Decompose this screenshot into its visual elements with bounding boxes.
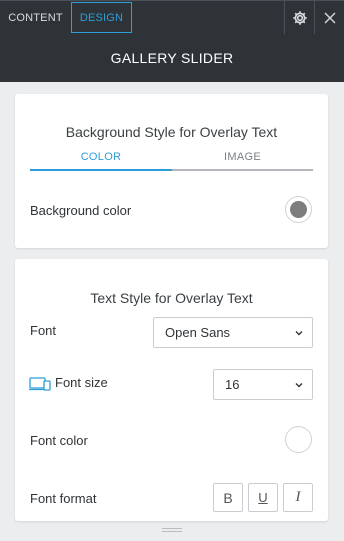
font-format-label: Font format bbox=[30, 490, 97, 506]
background-style-title: Background Style for Overlay Text bbox=[65, 124, 278, 140]
font-size-label: Font size bbox=[55, 374, 108, 390]
background-style-card: Background Style for Overlay Text COLOR … bbox=[15, 94, 328, 248]
font-label: Font bbox=[30, 322, 57, 338]
active-tab-indicator bbox=[30, 169, 172, 171]
tab-content[interactable]: CONTENT bbox=[0, 2, 71, 33]
top-toolbar: CONTENT DESIGN bbox=[0, 0, 344, 35]
font-select-value: Open Sans bbox=[165, 325, 231, 340]
background-color-label: Background color bbox=[30, 202, 132, 218]
tab-design[interactable]: DESIGN bbox=[71, 2, 132, 33]
page-title: GALLERY SLIDER bbox=[0, 34, 344, 82]
font-color-fill bbox=[290, 431, 307, 448]
gear-icon bbox=[292, 11, 307, 25]
underline-icon: U bbox=[258, 490, 268, 505]
settings-button[interactable] bbox=[285, 1, 314, 35]
responsive-devices-icon[interactable] bbox=[29, 377, 51, 391]
underline-button[interactable]: U bbox=[248, 483, 278, 512]
tab-image[interactable]: IMAGE bbox=[172, 151, 313, 171]
background-color-fill bbox=[290, 201, 307, 218]
italic-button[interactable]: I bbox=[283, 483, 313, 512]
chevron-down-icon bbox=[295, 331, 303, 336]
font-color-label: Font color bbox=[30, 432, 88, 448]
bold-button[interactable]: B bbox=[213, 483, 243, 512]
resize-handle[interactable] bbox=[162, 527, 182, 533]
close-button[interactable] bbox=[315, 1, 344, 35]
text-style-title: Text Style for Overlay Text bbox=[90, 290, 253, 306]
font-size-select[interactable]: 16 bbox=[213, 369, 313, 400]
background-color-swatch[interactable] bbox=[285, 196, 312, 223]
font-size-value: 16 bbox=[225, 377, 240, 392]
tab-underline bbox=[172, 169, 313, 171]
bold-icon: B bbox=[223, 489, 233, 506]
italic-icon: I bbox=[295, 489, 301, 505]
text-style-card: Text Style for Overlay Text Font Open Sa… bbox=[15, 259, 328, 521]
chevron-down-icon bbox=[295, 383, 303, 388]
font-select[interactable]: Open Sans bbox=[153, 317, 313, 348]
close-icon bbox=[324, 12, 335, 24]
font-color-swatch[interactable] bbox=[285, 426, 312, 453]
tab-color[interactable]: COLOR bbox=[30, 151, 172, 171]
